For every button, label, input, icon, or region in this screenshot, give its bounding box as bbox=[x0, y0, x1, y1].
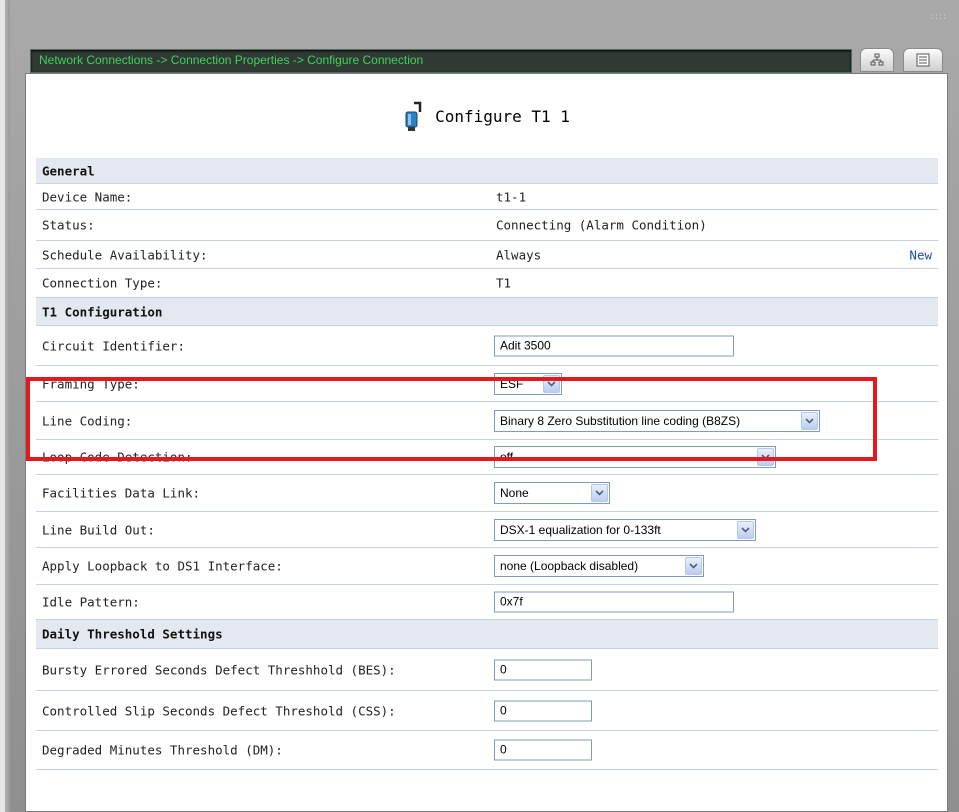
field-label: Loop Code Detection: bbox=[42, 449, 193, 465]
chevron-down-icon[interactable] bbox=[591, 484, 608, 502]
new-schedule-link[interactable]: New bbox=[909, 247, 932, 262]
line-build-out-select[interactable]: DSX-1 equalization for 0-133ft bbox=[494, 518, 756, 541]
row-line-build-out: Line Build Out: DSX-1 equalization for 0… bbox=[36, 512, 938, 548]
list-view-button[interactable] bbox=[903, 48, 943, 72]
apply-loopback-select[interactable]: none (Loopback disabled) bbox=[494, 555, 704, 577]
field-label: Line Coding: bbox=[42, 413, 133, 428]
circuit-identifier-input[interactable]: Adit 3500 bbox=[494, 335, 734, 356]
section-t1-configuration: T1 Configuration bbox=[36, 298, 938, 326]
row-loop-code-detection: Loop Code Detection: off bbox=[36, 440, 938, 475]
row-line-coding: Line Coding: Binary 8 Zero Substitution … bbox=[36, 402, 938, 440]
select-value: none (Loopback disabled) bbox=[500, 559, 639, 573]
row-status: Status: Connecting (Alarm Condition) bbox=[36, 210, 938, 241]
chevron-down-icon[interactable] bbox=[543, 374, 560, 393]
network-tree-icon bbox=[870, 53, 884, 66]
breadcrumb-text: Network Connections -> Connection Proper… bbox=[39, 53, 424, 67]
field-value: T1 bbox=[496, 275, 512, 291]
list-view-icon bbox=[916, 53, 930, 67]
row-framing-type: Framing Type: ESF bbox=[36, 366, 938, 402]
field-label: Idle Pattern: bbox=[42, 594, 140, 610]
select-value: DSX-1 equalization for 0-133ft bbox=[500, 522, 661, 537]
section-daily-threshold: Daily Threshold Settings bbox=[36, 620, 938, 649]
row-idle-pattern: Idle Pattern: 0x7f bbox=[36, 585, 938, 620]
window-grip-icon[interactable]: :::: bbox=[931, 12, 947, 22]
section-title: Daily Threshold Settings bbox=[42, 626, 223, 642]
css-threshold-input[interactable]: 0 bbox=[494, 700, 592, 721]
chevron-down-icon[interactable] bbox=[801, 411, 818, 430]
configure-panel: Configure T1 1 General Device Name: t1-1… bbox=[25, 73, 948, 812]
field-label: Facilities Data Link: bbox=[42, 485, 201, 501]
network-view-button[interactable] bbox=[860, 48, 894, 72]
field-label: Connection Type: bbox=[42, 275, 163, 291]
row-apply-loopback: Apply Loopback to DS1 Interface: none (L… bbox=[36, 548, 938, 585]
settings-table: General Device Name: t1-1 Status: Connec… bbox=[36, 158, 938, 770]
select-value: None bbox=[500, 486, 529, 500]
window-left-edge bbox=[0, 0, 10, 812]
row-facilities-data-link: Facilities Data Link: None bbox=[36, 475, 938, 512]
dm-threshold-input[interactable]: 0 bbox=[494, 739, 592, 761]
field-label: Schedule Availability: bbox=[42, 247, 208, 262]
chevron-down-icon[interactable] bbox=[737, 520, 754, 539]
section-title: T1 Configuration bbox=[42, 304, 163, 319]
framing-type-select[interactable]: ESF bbox=[494, 372, 562, 395]
row-bes-threshold: Bursty Errored Seconds Defect Threshhold… bbox=[36, 649, 938, 691]
row-css-threshold: Controlled Slip Seconds Defect Threshold… bbox=[36, 691, 938, 731]
field-value: Always bbox=[496, 247, 542, 262]
row-connection-type: Connection Type: T1 bbox=[36, 269, 938, 298]
row-circuit-identifier: Circuit Identifier: Adit 3500 bbox=[36, 326, 938, 366]
page-header: Configure T1 1 bbox=[26, 74, 947, 158]
connector-icon bbox=[405, 101, 422, 131]
field-label: Status: bbox=[42, 217, 95, 233]
field-label: Circuit Identifier: bbox=[42, 338, 185, 353]
chevron-down-icon[interactable] bbox=[685, 557, 702, 575]
idle-pattern-input[interactable]: 0x7f bbox=[494, 591, 734, 613]
field-label: Degraded Minutes Threshold (DM): bbox=[42, 742, 283, 758]
chevron-down-icon[interactable] bbox=[757, 448, 774, 466]
row-schedule-availability: Schedule Availability: Always New bbox=[36, 241, 938, 269]
field-label: Controlled Slip Seconds Defect Threshold… bbox=[42, 703, 396, 718]
select-value: off bbox=[500, 450, 514, 464]
field-label: Framing Type: bbox=[42, 376, 140, 391]
loop-code-detection-select[interactable]: off bbox=[494, 446, 776, 468]
facilities-data-link-select[interactable]: None bbox=[494, 482, 610, 504]
page-title: Configure T1 1 bbox=[435, 106, 570, 126]
bes-threshold-input[interactable]: 0 bbox=[494, 659, 592, 680]
row-dm-threshold: Degraded Minutes Threshold (DM): 0 bbox=[36, 731, 938, 770]
section-general: General bbox=[36, 158, 938, 184]
select-value: ESF bbox=[500, 376, 524, 391]
field-label: Line Build Out: bbox=[42, 522, 155, 537]
row-device-name: Device Name: t1-1 bbox=[36, 184, 938, 210]
field-value: t1-1 bbox=[496, 189, 527, 204]
field-value: Connecting (Alarm Condition) bbox=[496, 217, 707, 233]
window-frame: :::: Network Connections -> Connection P… bbox=[0, 0, 959, 812]
field-label: Apply Loopback to DS1 Interface: bbox=[42, 558, 283, 574]
breadcrumb: Network Connections -> Connection Proper… bbox=[30, 49, 852, 73]
section-title: General bbox=[42, 163, 95, 178]
select-value: Binary 8 Zero Substitution line coding (… bbox=[500, 413, 741, 428]
field-label: Device Name: bbox=[42, 189, 133, 204]
field-label: Bursty Errored Seconds Defect Threshhold… bbox=[42, 662, 396, 677]
line-coding-select[interactable]: Binary 8 Zero Substitution line coding (… bbox=[494, 409, 820, 432]
